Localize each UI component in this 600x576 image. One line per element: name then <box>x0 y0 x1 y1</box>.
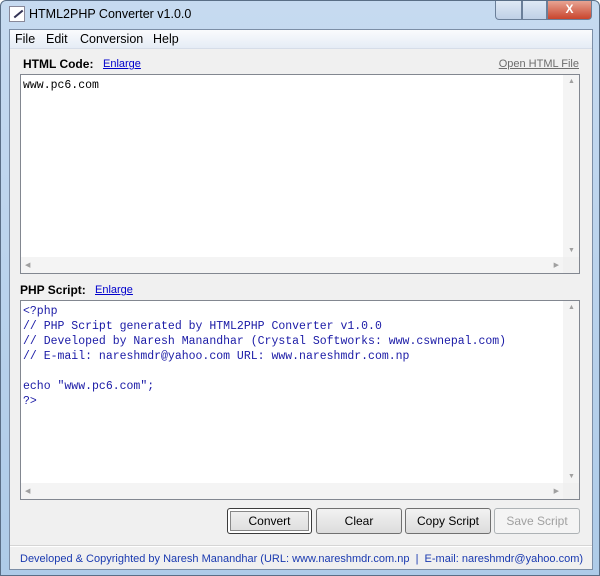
copy-script-button[interactable]: Copy Script <box>405 508 491 534</box>
php-script-label: PHP Script: <box>20 283 86 297</box>
php-horizontal-scrollbar[interactable]: ◀ ▶ <box>21 483 563 499</box>
php-enlarge-link[interactable]: Enlarge <box>95 284 133 296</box>
menu-bar: File Edit Conversion Help <box>10 30 592 49</box>
convert-button[interactable]: Convert <box>227 508 312 534</box>
menu-edit[interactable]: Edit <box>46 32 68 46</box>
scrollbar-corner <box>563 483 579 499</box>
menu-file[interactable]: File <box>15 32 35 46</box>
html-enlarge-link[interactable]: Enlarge <box>103 58 141 70</box>
app-icon <box>9 6 25 22</box>
minimize-button[interactable] <box>495 1 522 20</box>
html-vertical-scrollbar[interactable]: ▲ ▼ <box>563 75 579 257</box>
footer-credits: Developed & Copyrighted by Naresh Manand… <box>20 553 584 565</box>
html-code-input[interactable]: www.pc6.com ▲ ▼ ◀ ▶ <box>20 74 580 274</box>
window-title: HTML2PHP Converter v1.0.0 <box>29 7 192 21</box>
menu-help[interactable]: Help <box>153 32 179 46</box>
scrollbar-corner <box>563 257 579 273</box>
close-button[interactable]: X <box>547 1 592 20</box>
html-code-label: HTML Code: <box>23 57 94 71</box>
divider <box>10 545 592 547</box>
html-horizontal-scrollbar[interactable]: ◀ ▶ <box>21 257 563 273</box>
clear-button[interactable]: Clear <box>316 508 402 534</box>
client-area: File Edit Conversion Help HTML Code: Enl… <box>9 29 593 570</box>
php-script-output[interactable]: <?php // PHP Script generated by HTML2PH… <box>20 300 580 500</box>
maximize-button[interactable] <box>522 1 547 20</box>
save-script-button[interactable]: Save Script <box>494 508 580 534</box>
php-script-text: <?php // PHP Script generated by HTML2PH… <box>23 305 507 408</box>
php-vertical-scrollbar[interactable]: ▲ ▼ <box>563 301 579 483</box>
open-html-file-link[interactable]: Open HTML File <box>499 58 579 70</box>
app-window: HTML2PHP Converter v1.0.0 X File Edit Co… <box>0 0 600 576</box>
html-code-text: www.pc6.com <box>23 79 99 92</box>
menu-conversion[interactable]: Conversion <box>80 32 143 46</box>
